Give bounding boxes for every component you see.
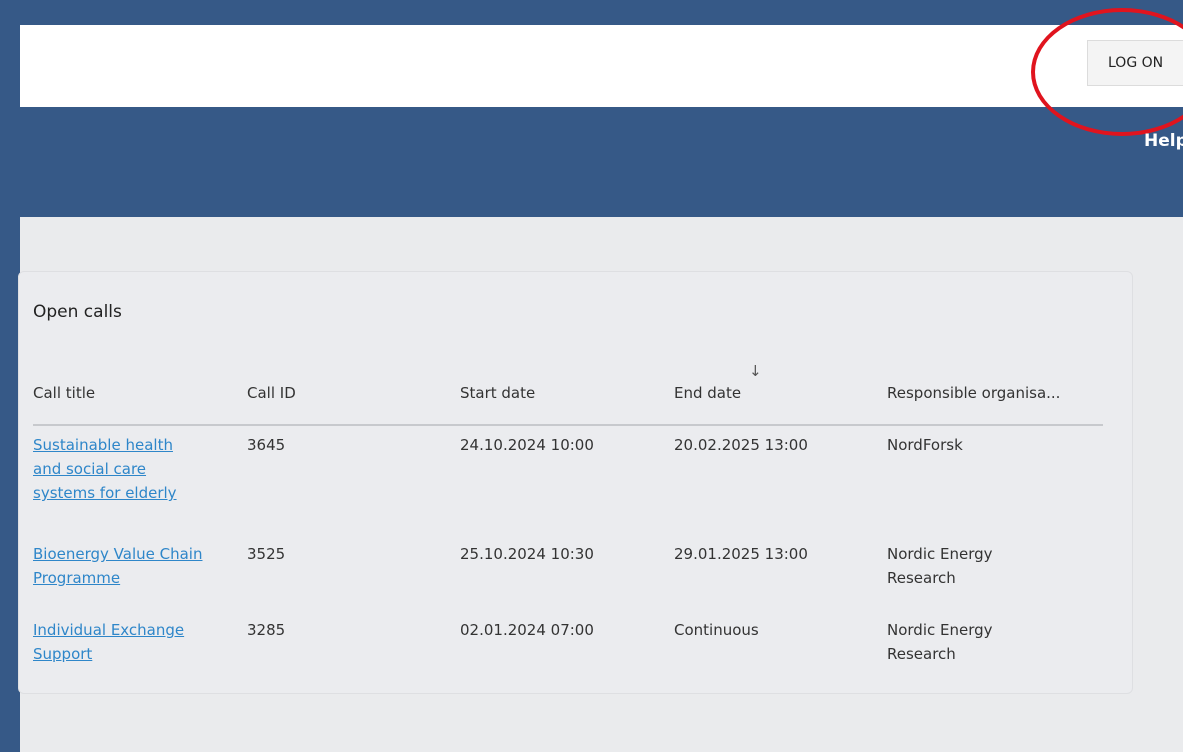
content-area: Open calls Call title Call ID Start date… [18, 217, 1183, 752]
start-date: 25.10.2024 10:30 [460, 545, 594, 563]
call-id: 3285 [247, 621, 286, 639]
header-divider [33, 424, 1103, 426]
responsible-organisation: Nordic Energy Research [887, 621, 993, 663]
responsible-organisation: NordForsk [887, 436, 963, 454]
call-title-link[interactable]: Individual Exchange Support [33, 618, 184, 666]
arrow-down-icon: ↓ [749, 362, 762, 380]
column-header-responsible-organisation[interactable]: Responsible organisa... [887, 384, 1060, 402]
column-header-start-date[interactable]: Start date [460, 384, 535, 402]
call-title-link[interactable]: Bioenergy Value Chain Programme [33, 542, 202, 590]
panel-title: Open calls [33, 302, 122, 322]
end-date: 20.02.2025 13:00 [674, 436, 808, 454]
start-date: 02.01.2024 07:00 [460, 621, 594, 639]
responsible-organisation: Nordic Energy Research [887, 545, 993, 587]
call-title-link[interactable]: Sustainable health and social care syste… [33, 433, 177, 505]
call-id: 3525 [247, 545, 286, 563]
column-header-end-date[interactable]: End date [674, 384, 741, 402]
end-date: 29.01.2025 13:00 [674, 545, 808, 563]
start-date: 24.10.2024 10:00 [460, 436, 594, 454]
column-header-call-id[interactable]: Call ID [247, 384, 296, 402]
log-on-button[interactable]: LOG ON [1087, 40, 1183, 86]
help-link[interactable]: Help [1144, 131, 1183, 151]
column-header-call-title[interactable]: Call title [33, 384, 95, 402]
top-bar: LOG ON [20, 25, 1183, 107]
end-date: Continuous [674, 621, 759, 639]
open-calls-panel: Open calls Call title Call ID Start date… [18, 271, 1133, 694]
call-id: 3645 [247, 436, 286, 454]
